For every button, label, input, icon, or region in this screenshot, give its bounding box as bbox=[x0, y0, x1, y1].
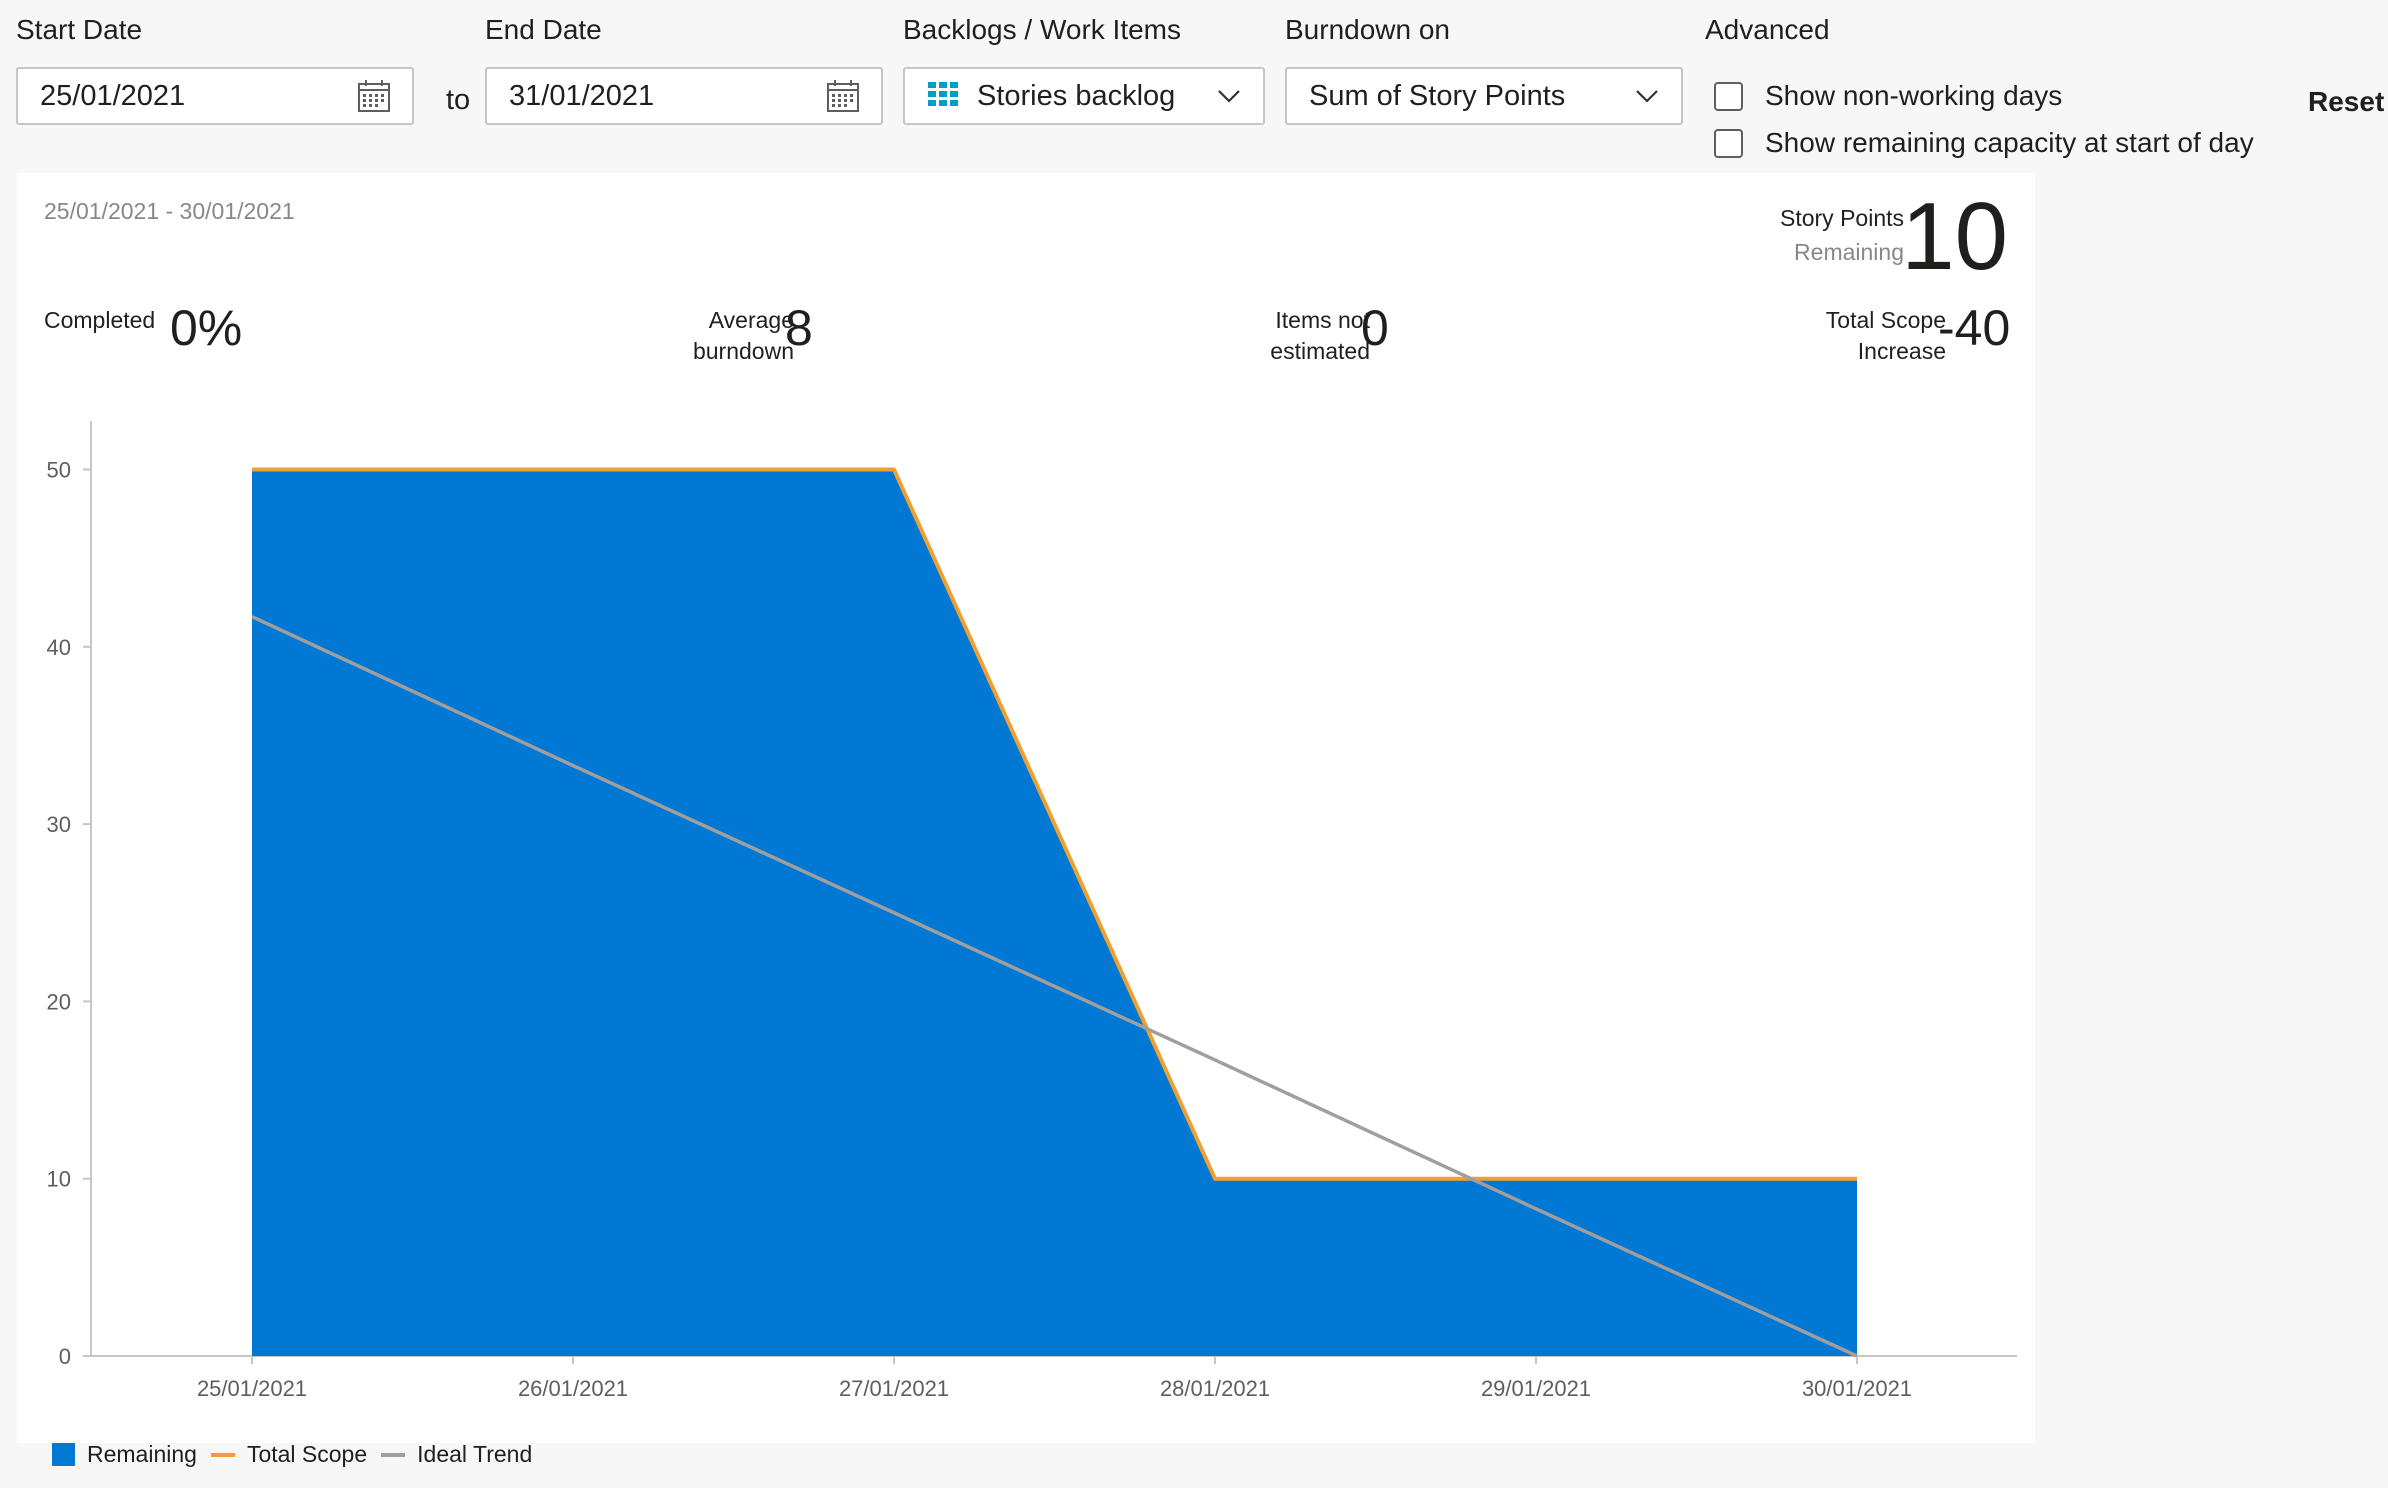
burndown-chart-panel: 25/01/2021 - 30/01/2021 Story Points Rem… bbox=[17, 173, 2035, 1443]
legend-swatch-remaining bbox=[52, 1443, 75, 1466]
backlog-icon bbox=[928, 82, 958, 106]
burndown-chart: 0 10 20 30 40 50 25/01/2021 26/01/2021 27/01/202… bbox=[47, 421, 2017, 1401]
checkbox-box[interactable] bbox=[1714, 128, 1743, 158]
y-tick-label: 20 bbox=[47, 989, 71, 1014]
y-tick-label: 0 bbox=[59, 1344, 71, 1369]
to-separator: to bbox=[446, 84, 471, 116]
x-tick-label: 29/01/2021 bbox=[1481, 1376, 1591, 1401]
x-tick-label: 27/01/2021 bbox=[839, 1376, 949, 1401]
start-date-field[interactable]: 25/01/2021 bbox=[16, 67, 414, 125]
legend-swatch-ideal-trend bbox=[381, 1452, 406, 1457]
x-tick-label: 28/01/2021 bbox=[1160, 1376, 1270, 1401]
legend-label-remaining: Remaining bbox=[87, 1441, 197, 1467]
legend-item-ideal-trend: Ideal Trend bbox=[381, 1441, 532, 1468]
burndown-label: Burndown on bbox=[1285, 14, 1451, 45]
burndown-value: Sum of Story Points bbox=[1309, 79, 1566, 112]
checkbox-label: Show non-working days bbox=[1765, 80, 2063, 111]
legend-item-remaining: Remaining bbox=[52, 1441, 197, 1468]
chevron-down-icon bbox=[1218, 90, 1240, 103]
y-tick-label: 30 bbox=[47, 812, 71, 837]
advanced-label: Advanced bbox=[1705, 14, 1830, 45]
x-tick-label: 26/01/2021 bbox=[518, 1376, 628, 1401]
backlog-value: Stories backlog bbox=[977, 79, 1176, 112]
burndown-dropdown[interactable]: Sum of Story Points bbox=[1285, 67, 1683, 125]
backlog-label: Backlogs / Work Items bbox=[903, 14, 1182, 45]
end-date-value: 31/01/2021 bbox=[509, 79, 655, 112]
show-non-working-days-checkbox[interactable]: Show non-working days bbox=[1714, 80, 2062, 112]
reset-button[interactable]: Reset bbox=[2308, 86, 2384, 118]
remaining-area bbox=[252, 469, 1857, 1356]
y-tick-label: 50 bbox=[47, 458, 71, 483]
checkbox-label: Show remaining capacity at start of day bbox=[1765, 127, 2254, 158]
x-tick-label: 25/01/2021 bbox=[197, 1376, 307, 1401]
show-remaining-capacity-checkbox[interactable]: Show remaining capacity at start of day bbox=[1714, 127, 2254, 159]
chevron-down-icon bbox=[1636, 90, 1658, 103]
end-date-label: End Date bbox=[485, 14, 602, 45]
checkbox-box[interactable] bbox=[1714, 81, 1743, 111]
x-tick-label: 30/01/2021 bbox=[1802, 1376, 1912, 1401]
chart-legend: Remaining Total Scope Ideal Trend bbox=[52, 1441, 546, 1468]
start-date-value: 25/01/2021 bbox=[40, 79, 186, 112]
legend-label-total-scope: Total Scope bbox=[246, 1441, 368, 1467]
legend-swatch-total-scope bbox=[210, 1452, 235, 1457]
calendar-icon[interactable] bbox=[356, 78, 392, 114]
calendar-icon[interactable] bbox=[825, 78, 861, 114]
end-date-field[interactable]: 31/01/2021 bbox=[485, 67, 883, 125]
y-tick-label: 40 bbox=[47, 635, 71, 660]
legend-label-ideal-trend: Ideal Trend bbox=[417, 1441, 533, 1467]
y-tick-label: 10 bbox=[47, 1167, 71, 1192]
start-date-label: Start Date bbox=[16, 14, 143, 45]
legend-item-total-scope: Total Scope bbox=[210, 1441, 368, 1468]
backlog-dropdown[interactable]: Stories backlog bbox=[903, 67, 1265, 125]
